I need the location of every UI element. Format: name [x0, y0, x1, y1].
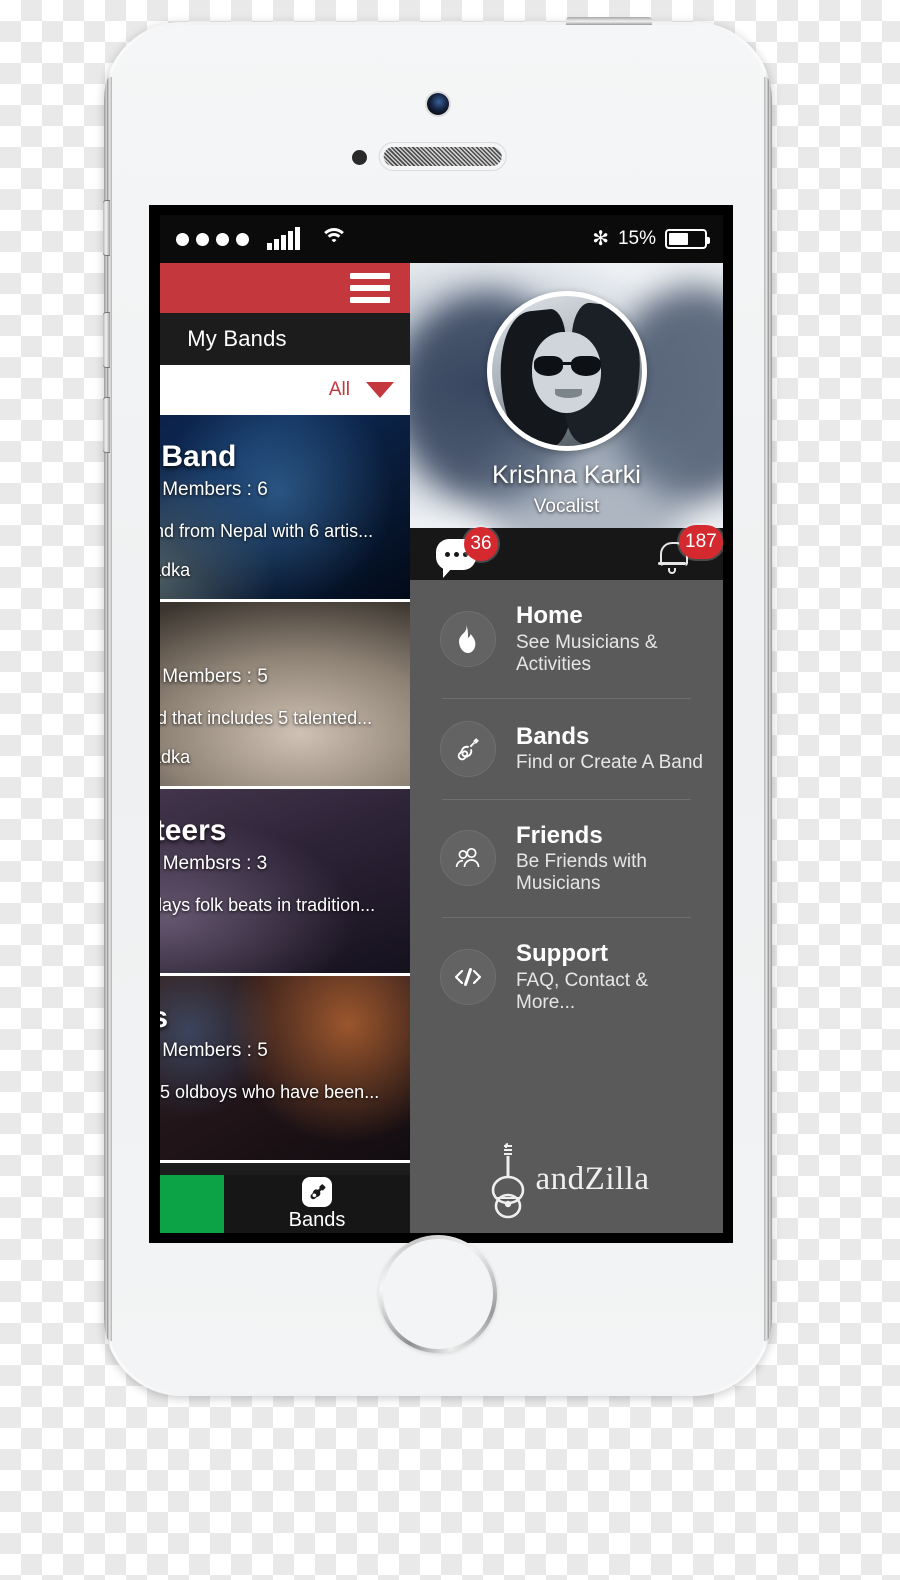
- volume-down-button[interactable]: [103, 397, 110, 453]
- band-description: Rock band from Nepal with 6 artis...: [160, 520, 374, 541]
- band-card[interactable]: skeeteers Membsrs : 3 nd that plays folk…: [160, 789, 410, 976]
- status-bar-right: ✻ 15%: [592, 228, 710, 250]
- band-description: nd that plays folk beats in tradition...: [160, 894, 376, 915]
- bands-list-pane: My Bands All bhar Band M: [160, 263, 410, 1233]
- menu-item-subtitle: Find or Create A Band: [516, 752, 703, 774]
- band-description: rock band that includes 5 talented...: [160, 707, 373, 728]
- band-card-list[interactable]: bhar Band Members : 6 Rock band from Nep…: [160, 415, 410, 1175]
- volume-up-button[interactable]: [103, 312, 110, 368]
- menu-item-title: Support: [516, 940, 608, 968]
- tab-label-bands: Bands: [288, 1208, 346, 1231]
- band-members: Members : 6: [162, 478, 268, 500]
- tab-item-bands[interactable]: Bands: [224, 1175, 410, 1233]
- app-viewport: ✻ 15% My Bands All Band Members: 6 d fr…: [160, 215, 723, 1233]
- phone-body: ✻ 15% My Bands All Band Members: 6 d fr…: [103, 25, 769, 1393]
- profile-role: Vocalist: [533, 496, 600, 517]
- guitar-icon: [302, 1176, 332, 1207]
- menu-item-bands[interactable]: Bands Find or Create A Band: [410, 699, 723, 799]
- wifi-icon: [319, 228, 348, 250]
- carrier-dots-icon: [176, 232, 249, 246]
- filter-label[interactable]: All: [329, 379, 350, 401]
- status-bar: ✻ 15%: [160, 215, 723, 263]
- bandzilla-guitar-logo-icon: [484, 1138, 538, 1220]
- menu-item-subtitle: Be Friends with Musicians: [516, 851, 647, 895]
- band-members: Members : 5: [162, 665, 268, 687]
- power-button[interactable]: [566, 17, 652, 25]
- bluetooth-icon: ✻: [592, 228, 609, 250]
- band-name: Dices: [160, 1002, 394, 1034]
- band-card[interactable]: Dices Members : 5 and with 5 oldboys who…: [160, 976, 410, 1163]
- battery-icon: [665, 229, 710, 249]
- front-camera-icon: [427, 93, 449, 115]
- flame-icon: [440, 610, 496, 667]
- menu-item-subtitle: FAQ, Contact & More...: [516, 969, 648, 1013]
- home-button[interactable]: [379, 1235, 497, 1353]
- menu-item-subtitle: See Musicians & Activities: [516, 631, 658, 675]
- band-card[interactable]: bhar Band Members : 6 Rock band from Nep…: [160, 415, 410, 602]
- bottom-tab-bar[interactable]: Bands: [160, 1175, 410, 1233]
- band-owner: bhar Khadka: [160, 746, 191, 767]
- menu-item-title: Home: [516, 602, 583, 629]
- app-container: My Bands All bhar Band M: [160, 263, 723, 1233]
- phone-edge-left: [107, 77, 112, 1341]
- menu-item-home[interactable]: Home See Musicians & Activities: [410, 580, 723, 698]
- band-owner: estha: [160, 1121, 394, 1142]
- avatar[interactable]: [486, 291, 647, 451]
- band-description: and with 5 oldboys who have been...: [160, 1081, 380, 1102]
- band-owner: Karki: [160, 934, 394, 955]
- notifications-button[interactable]: 187: [657, 525, 723, 574]
- band-members: Membsrs : 3: [162, 852, 268, 874]
- app-logo-text: andZilla: [535, 1160, 650, 1197]
- side-drawer-pane: Krishna Karki Vocalist 36 187 Home See M…: [410, 263, 723, 1233]
- menu-item-title: Friends: [516, 821, 603, 849]
- guitar-icon: [440, 720, 496, 777]
- drawer-action-bar: 36 187: [410, 525, 723, 580]
- tab-item-highlighted[interactable]: [160, 1175, 224, 1233]
- band-name: ers: [160, 628, 394, 660]
- messages-button[interactable]: 36: [436, 526, 498, 578]
- menu-item-friends[interactable]: Friends Be Friends with Musicians: [410, 800, 723, 918]
- band-members: Members : 5: [162, 1039, 268, 1061]
- drawer-menu: Home See Musicians & Activities Bands Fi…: [410, 580, 723, 1125]
- page-title: My Bands: [160, 313, 410, 365]
- signal-bars-icon: [267, 226, 300, 250]
- notifications-badge: 187: [679, 525, 723, 559]
- profile-name: Krishna Karki: [492, 461, 641, 489]
- phone-device: ✻ 15% My Bands All Band Members: 6 d fr…: [103, 17, 772, 1396]
- messages-badge: 36: [464, 526, 498, 561]
- app-header-bar: [160, 263, 410, 313]
- menu-item-support[interactable]: Support FAQ, Contact & More...: [410, 918, 723, 1036]
- band-card[interactable]: ers Members : 5 rock band that includes …: [160, 602, 410, 789]
- app-logo: andZilla: [410, 1125, 723, 1233]
- profile-header: Krishna Karki Vocalist: [410, 263, 723, 528]
- menu-item-title: Bands: [516, 722, 590, 750]
- phone-screen: ✻ 15% My Bands All Band Members: 6 d fr…: [149, 205, 733, 1243]
- band-name: bhar Band: [160, 440, 237, 473]
- band-name: skeeteers: [160, 814, 227, 847]
- phone-edge-right: [764, 77, 769, 1341]
- earpiece-speaker: [383, 147, 502, 166]
- code-icon: [440, 948, 496, 1005]
- proximity-sensor-icon: [352, 150, 367, 165]
- filter-bar[interactable]: All: [160, 365, 410, 415]
- band-owner: bhar Khadka: [160, 559, 191, 580]
- chevron-down-icon[interactable]: [366, 382, 394, 398]
- hamburger-icon[interactable]: [350, 267, 390, 309]
- people-icon: [440, 830, 496, 887]
- battery-percent-label: 15%: [617, 228, 656, 249]
- silent-switch[interactable]: [103, 200, 110, 256]
